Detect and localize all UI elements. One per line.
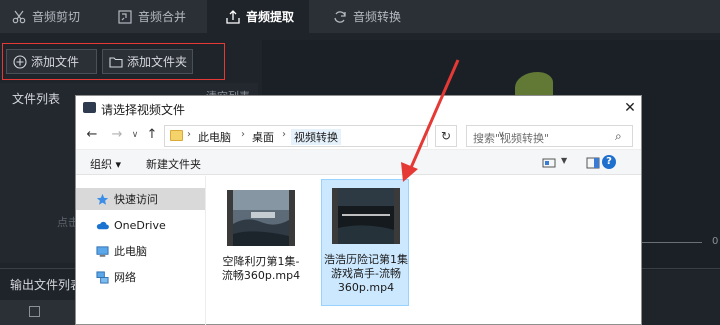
file-list-label: 文件列表 xyxy=(12,92,61,106)
file-view: 空降利刃第1集- 流畅360p.mp4 浩浩历险记第1集 游戏高手-流畅 360… xyxy=(207,176,641,325)
up-arrow-icon[interactable]: ↑ xyxy=(144,127,160,143)
address-row: ← → ∨ ↑ › 此电脑 › 桌面 › 视频转换 ∨ ↻ 搜索"视频转换" ⌕ xyxy=(76,123,641,149)
tab-label: 音频合并 xyxy=(138,10,187,24)
nav-item-label: 网络 xyxy=(114,271,136,284)
address-bar[interactable]: › 此电脑 › 桌面 › 视频转换 ∨ xyxy=(164,125,505,147)
select-all-checkbox[interactable] xyxy=(29,306,40,317)
breadcrumb-sep: › xyxy=(282,129,286,140)
network-icon xyxy=(96,270,109,284)
add-toolbar-highlight: 添加文件 添加文件夹 xyxy=(2,43,225,80)
app-icon xyxy=(83,102,96,113)
breadcrumb-this-pc[interactable]: 此电脑 xyxy=(198,129,231,145)
computer-icon xyxy=(96,245,109,257)
view-mode-icon[interactable] xyxy=(542,156,556,170)
nav-item-network[interactable]: 网络 xyxy=(76,266,205,288)
tab-audio-convert[interactable]: 音频转换 xyxy=(333,0,401,33)
back-arrow-icon[interactable]: ← xyxy=(84,127,100,143)
organize-menu[interactable]: 组织 ▾ xyxy=(90,156,121,172)
refresh-icon xyxy=(334,10,346,23)
video-frame-image xyxy=(338,188,394,244)
add-folder-label: 添加文件夹 xyxy=(127,55,188,69)
star-icon xyxy=(96,193,109,205)
search-icon: ⌕ xyxy=(615,129,622,143)
merge-icon xyxy=(118,9,132,24)
plus-circle-icon xyxy=(13,54,27,69)
nav-item-this-pc[interactable]: 此电脑 xyxy=(76,240,205,262)
tab-label: 音频剪切 xyxy=(32,10,81,24)
breadcrumb-current-folder[interactable]: 视频转换 xyxy=(291,129,341,145)
search-placeholder: 搜索"视频转换" xyxy=(473,132,550,145)
tab-audio-cut[interactable]: 音频剪切 xyxy=(12,0,80,33)
video-thumbnail xyxy=(227,190,295,246)
view-dropdown-icon[interactable]: ▼ xyxy=(561,156,567,165)
file-item-selected[interactable]: 浩浩历险记第1集 游戏高手-流畅 360p.mp4 xyxy=(321,179,409,306)
folder-icon xyxy=(109,56,123,68)
add-file-button[interactable]: 添加文件 xyxy=(6,49,97,74)
navigation-pane: 快速访问 OneDrive 此电脑 网络 xyxy=(76,176,206,325)
add-folder-button[interactable]: 添加文件夹 xyxy=(102,49,193,74)
tab-label: 音频转换 xyxy=(353,10,402,24)
nav-item-label: 此电脑 xyxy=(114,245,147,258)
timeline-bar xyxy=(640,242,702,243)
tab-label: 音频提取 xyxy=(246,10,295,24)
search-input[interactable]: 搜索"视频转换" ⌕ xyxy=(466,125,633,147)
file-name: 浩浩历险记第1集 游戏高手-流畅 360p.mp4 xyxy=(324,253,408,294)
dialog-title: 请选择视频文件 xyxy=(101,103,186,117)
video-thumbnail xyxy=(332,188,400,244)
forward-arrow-icon[interactable]: → xyxy=(109,127,125,143)
folder-icon xyxy=(170,130,183,141)
tab-audio-extract[interactable]: 音频提取 xyxy=(207,0,309,33)
nav-item-quick-access[interactable]: 快速访问 xyxy=(76,188,205,210)
cloud-icon xyxy=(96,221,109,229)
history-dropdown-icon[interactable]: ∨ xyxy=(127,127,143,143)
nav-item-label: OneDrive xyxy=(114,218,166,232)
top-tab-bar: 音频剪切 音频合并 音频提取 音频转换 xyxy=(0,0,720,33)
output-list-label: 输出文件列表 xyxy=(10,278,83,292)
dialog-titlebar: 请选择视频文件 ✕ xyxy=(76,96,641,120)
breadcrumb-sep: › xyxy=(187,129,191,140)
nav-item-onedrive[interactable]: OneDrive xyxy=(76,214,205,236)
scissors-icon xyxy=(12,10,26,23)
close-icon[interactable]: ✕ xyxy=(621,99,639,117)
nav-item-label: 快速访问 xyxy=(114,193,158,206)
breadcrumb-desktop[interactable]: 桌面 xyxy=(252,129,274,145)
time-readout: 0 xyxy=(712,236,719,247)
tab-audio-merge[interactable]: 音频合并 xyxy=(118,0,186,33)
preview-pane-icon[interactable] xyxy=(586,156,600,170)
command-bar: 组织 ▾ 新建文件夹 ▼ ? xyxy=(76,149,641,175)
export-icon xyxy=(226,9,240,24)
breadcrumb-sep: › xyxy=(241,129,245,140)
file-open-dialog: 请选择视频文件 ✕ ← → ∨ ↑ › 此电脑 › 桌面 › 视频转换 ∨ ↻ … xyxy=(75,95,642,325)
help-icon[interactable]: ? xyxy=(602,155,616,169)
video-frame-image xyxy=(233,190,289,246)
add-file-label: 添加文件 xyxy=(31,55,80,69)
file-name: 空降利刃第1集- 流畅360p.mp4 xyxy=(221,255,301,282)
refresh-icon[interactable]: ↻ xyxy=(435,125,457,147)
organize-label: 组织 xyxy=(90,158,112,171)
file-item[interactable]: 空降利刃第1集- 流畅360p.mp4 xyxy=(217,182,305,306)
new-folder-button[interactable]: 新建文件夹 xyxy=(146,156,201,172)
